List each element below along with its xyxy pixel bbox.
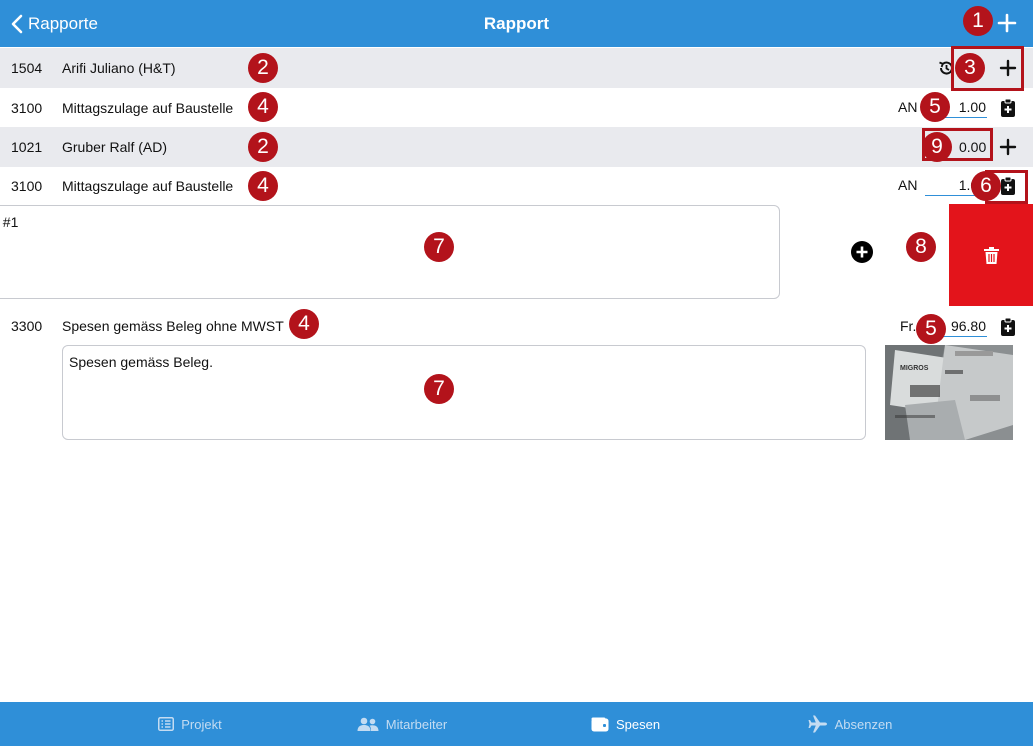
expense-row[interactable]: 3100 Mittagszulage auf Baustelle AN 1.00 bbox=[0, 166, 1033, 206]
note-textarea[interactable]: Spesen gemäss Beleg. bbox=[62, 345, 866, 440]
tab-label: Mitarbeiter bbox=[385, 716, 448, 732]
marker-2: 2 bbox=[248, 53, 278, 83]
note-text: Spesen gemäss Beleg. bbox=[69, 354, 213, 370]
delete-button[interactable] bbox=[949, 204, 1033, 306]
employee-name: Arifi Juliano (H&T) bbox=[62, 60, 176, 76]
marker-1: 1 bbox=[963, 6, 993, 36]
note-textarea[interactable]: Notiz #1 bbox=[0, 205, 780, 299]
wallet-icon bbox=[591, 717, 609, 731]
employee-row[interactable]: 1021 Gruber Ralf (AD) 0.00 bbox=[0, 127, 1033, 167]
add-icon[interactable] bbox=[995, 11, 1019, 35]
marker-4: 4 bbox=[248, 171, 278, 201]
marker-9: 9 bbox=[922, 132, 952, 162]
receipt-image: MIGROS bbox=[885, 345, 1013, 440]
expense-name: Spesen gemäss Beleg ohne MWST bbox=[62, 318, 284, 334]
expense-code: 3300 bbox=[11, 318, 43, 334]
employee-number: 1504 bbox=[11, 60, 43, 76]
clipboard-icon[interactable] bbox=[1000, 98, 1016, 118]
list-icon bbox=[158, 717, 175, 731]
marker-7: 7 bbox=[424, 232, 454, 262]
back-button[interactable]: Rapporte bbox=[10, 0, 98, 47]
add-circle-icon[interactable] bbox=[851, 241, 873, 263]
airplane-icon bbox=[808, 715, 827, 733]
expense-code: 3100 bbox=[11, 178, 43, 194]
chevron-left-icon bbox=[11, 14, 23, 33]
employee-name: Gruber Ralf (AD) bbox=[62, 139, 168, 155]
page-title: Rapport bbox=[483, 14, 550, 33]
marker-2: 2 bbox=[248, 132, 278, 162]
employee-number: 1021 bbox=[11, 139, 43, 155]
marker-6: 6 bbox=[971, 171, 1001, 201]
tab-label: Absenzen bbox=[834, 716, 893, 732]
add-expense-icon[interactable] bbox=[999, 138, 1017, 156]
expense-name: Mittagszulage auf Baustelle bbox=[62, 178, 234, 194]
marker-8: 8 bbox=[906, 232, 936, 262]
tab-label: Spesen bbox=[615, 716, 661, 732]
marker-7: 7 bbox=[424, 374, 454, 404]
marker-5: 5 bbox=[920, 92, 950, 122]
employee-row[interactable]: 1504 Arifi Juliano (H&T) bbox=[0, 48, 1033, 88]
note-text: Notiz #1 bbox=[0, 214, 19, 230]
tab-spesen[interactable]: Spesen bbox=[577, 702, 674, 746]
tab-mitarbeiter[interactable]: Mitarbeiter bbox=[312, 702, 492, 746]
tab-absenzen[interactable]: Absenzen bbox=[760, 702, 940, 746]
expense-code: 3100 bbox=[11, 100, 43, 116]
tab-bar: Projekt Mitarbeiter Spesen Absenzen bbox=[0, 702, 1033, 746]
marker-4: 4 bbox=[248, 92, 278, 122]
marker-4: 4 bbox=[289, 309, 319, 339]
expense-row[interactable]: 3100 Mittagszulage auf Baustelle AN 1.00 bbox=[0, 88, 1033, 128]
expense-unit: AN bbox=[898, 99, 918, 115]
expense-unit: Fr. bbox=[900, 318, 917, 334]
expense-row[interactable]: 3300 Spesen gemäss Beleg ohne MWST Fr. 9… bbox=[0, 306, 1033, 346]
tab-projekt[interactable]: Projekt bbox=[100, 702, 280, 746]
receipt-thumbnail[interactable]: MIGROS bbox=[885, 345, 1013, 440]
people-icon bbox=[357, 717, 379, 731]
svg-text:MIGROS: MIGROS bbox=[900, 365, 929, 372]
tab-label: Projekt bbox=[181, 716, 222, 732]
clipboard-icon[interactable] bbox=[1000, 317, 1016, 337]
nav-header: Rapporte Rapport bbox=[0, 0, 1033, 47]
trash-icon bbox=[984, 247, 999, 264]
back-label: Rapporte bbox=[28, 13, 98, 33]
expense-name: Mittagszulage auf Baustelle bbox=[62, 100, 234, 116]
marker-5: 5 bbox=[916, 314, 946, 344]
expense-unit: AN bbox=[898, 177, 918, 193]
marker-3: 3 bbox=[955, 53, 985, 83]
